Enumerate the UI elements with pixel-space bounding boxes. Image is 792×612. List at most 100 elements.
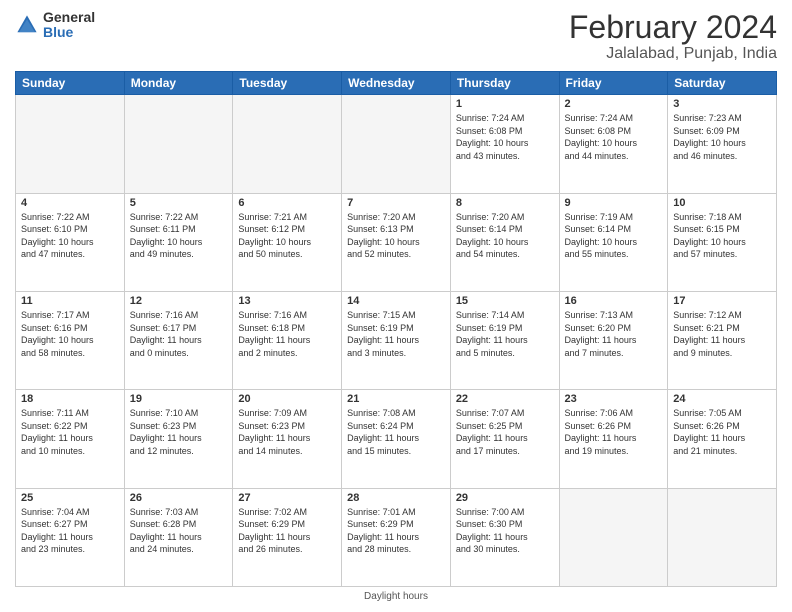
footer-text: Daylight hours xyxy=(364,591,428,602)
day-number: 5 xyxy=(130,197,228,209)
calendar-cell: 18 Sunrise: 7:11 AM Sunset: 6:22 PM Dayli… xyxy=(16,390,125,488)
calendar-cell: 9 Sunrise: 7:19 AM Sunset: 6:14 PM Daylig… xyxy=(559,193,668,291)
day-number: 19 xyxy=(130,393,228,405)
day-info: Sunrise: 7:22 AM Sunset: 6:10 PM Dayligh… xyxy=(21,211,119,261)
main-title: February 2024 xyxy=(569,10,777,45)
day-number: 29 xyxy=(456,492,554,504)
day-info: Sunrise: 7:24 AM Sunset: 6:08 PM Dayligh… xyxy=(565,112,663,162)
day-info: Sunrise: 7:20 AM Sunset: 6:14 PM Dayligh… xyxy=(456,211,554,261)
day-number: 8 xyxy=(456,197,554,209)
calendar-cell: 29 Sunrise: 7:00 AM Sunset: 6:30 PM Dayli… xyxy=(450,488,559,586)
day-info: Sunrise: 7:22 AM Sunset: 6:11 PM Dayligh… xyxy=(130,211,228,261)
day-info: Sunrise: 7:19 AM Sunset: 6:14 PM Dayligh… xyxy=(565,211,663,261)
day-number: 10 xyxy=(673,197,771,209)
calendar-cell: 15 Sunrise: 7:14 AM Sunset: 6:19 PM Dayli… xyxy=(450,291,559,389)
day-info: Sunrise: 7:07 AM Sunset: 6:25 PM Dayligh… xyxy=(456,407,554,457)
logo-blue-text: Blue xyxy=(43,25,95,40)
day-number: 18 xyxy=(21,393,119,405)
day-number: 27 xyxy=(238,492,336,504)
calendar-cell xyxy=(559,488,668,586)
calendar-cell: 17 Sunrise: 7:12 AM Sunset: 6:21 PM Dayli… xyxy=(668,291,777,389)
day-number: 28 xyxy=(347,492,445,504)
day-info: Sunrise: 7:00 AM Sunset: 6:30 PM Dayligh… xyxy=(456,506,554,556)
day-number: 4 xyxy=(21,197,119,209)
calendar-week-row: 18 Sunrise: 7:11 AM Sunset: 6:22 PM Dayli… xyxy=(16,390,777,488)
title-block: February 2024 Jalalabad, Punjab, India xyxy=(569,10,777,63)
day-info: Sunrise: 7:14 AM Sunset: 6:19 PM Dayligh… xyxy=(456,309,554,359)
calendar-cell: 7 Sunrise: 7:20 AM Sunset: 6:13 PM Daylig… xyxy=(342,193,451,291)
day-info: Sunrise: 7:06 AM Sunset: 6:26 PM Dayligh… xyxy=(565,407,663,457)
day-info: Sunrise: 7:23 AM Sunset: 6:09 PM Dayligh… xyxy=(673,112,771,162)
day-number: 24 xyxy=(673,393,771,405)
day-info: Sunrise: 7:03 AM Sunset: 6:28 PM Dayligh… xyxy=(130,506,228,556)
calendar-cell: 28 Sunrise: 7:01 AM Sunset: 6:29 PM Dayli… xyxy=(342,488,451,586)
day-number: 13 xyxy=(238,295,336,307)
calendar-cell: 16Sunrise: 7:13 AM Sunset: 6:20 PM Dayli… xyxy=(559,291,668,389)
calendar-cell: 21Sunrise: 7:08 AM Sunset: 6:24 PM Dayli… xyxy=(342,390,451,488)
day-number: 11 xyxy=(21,295,119,307)
calendar-cell: 26 Sunrise: 7:03 AM Sunset: 6:28 PM Dayli… xyxy=(124,488,233,586)
day-number: 1 xyxy=(456,98,554,110)
day-number: 6 xyxy=(238,197,336,209)
day-info: Sunrise: 7:13 AM Sunset: 6:20 PM Dayligh… xyxy=(565,309,663,359)
page: General Blue February 2024 Jalalabad, Pu… xyxy=(0,0,792,612)
calendar-cell: 12 Sunrise: 7:16 AM Sunset: 6:17 PM Dayli… xyxy=(124,291,233,389)
calendar-cell: 23 Sunrise: 7:06 AM Sunset: 6:26 PM Dayli… xyxy=(559,390,668,488)
calendar-cell: 6Sunrise: 7:21 AM Sunset: 6:12 PM Daylig… xyxy=(233,193,342,291)
day-number: 25 xyxy=(21,492,119,504)
day-info: Sunrise: 7:17 AM Sunset: 6:16 PM Dayligh… xyxy=(21,309,119,359)
calendar-cell: 8 Sunrise: 7:20 AM Sunset: 6:14 PM Daylig… xyxy=(450,193,559,291)
calendar-cell: 27Sunrise: 7:02 AM Sunset: 6:29 PM Dayli… xyxy=(233,488,342,586)
calendar-day-header: Monday xyxy=(124,72,233,95)
day-number: 23 xyxy=(565,393,663,405)
calendar-header-row: SundayMondayTuesdayWednesdayThursdayFrid… xyxy=(16,72,777,95)
day-info: Sunrise: 7:10 AM Sunset: 6:23 PM Dayligh… xyxy=(130,407,228,457)
day-info: Sunrise: 7:11 AM Sunset: 6:22 PM Dayligh… xyxy=(21,407,119,457)
day-info: Sunrise: 7:01 AM Sunset: 6:29 PM Dayligh… xyxy=(347,506,445,556)
day-info: Sunrise: 7:15 AM Sunset: 6:19 PM Dayligh… xyxy=(347,309,445,359)
calendar-cell xyxy=(16,95,125,193)
day-number: 15 xyxy=(456,295,554,307)
day-number: 2 xyxy=(565,98,663,110)
calendar-cell: 1 Sunrise: 7:24 AM Sunset: 6:08 PM Daylig… xyxy=(450,95,559,193)
day-info: Sunrise: 7:12 AM Sunset: 6:21 PM Dayligh… xyxy=(673,309,771,359)
day-info: Sunrise: 7:18 AM Sunset: 6:15 PM Dayligh… xyxy=(673,211,771,261)
calendar-cell: 5 Sunrise: 7:22 AM Sunset: 6:11 PM Daylig… xyxy=(124,193,233,291)
calendar-week-row: 25 Sunrise: 7:04 AM Sunset: 6:27 PM Dayli… xyxy=(16,488,777,586)
day-number: 3 xyxy=(673,98,771,110)
calendar-cell: 22Sunrise: 7:07 AM Sunset: 6:25 PM Dayli… xyxy=(450,390,559,488)
day-number: 12 xyxy=(130,295,228,307)
day-number: 20 xyxy=(238,393,336,405)
calendar-cell: 19 Sunrise: 7:10 AM Sunset: 6:23 PM Dayli… xyxy=(124,390,233,488)
calendar-cell: 2 Sunrise: 7:24 AM Sunset: 6:08 PM Daylig… xyxy=(559,95,668,193)
day-info: Sunrise: 7:24 AM Sunset: 6:08 PM Dayligh… xyxy=(456,112,554,162)
logo-general-text: General xyxy=(43,10,95,25)
calendar-cell xyxy=(342,95,451,193)
day-number: 26 xyxy=(130,492,228,504)
day-info: Sunrise: 7:05 AM Sunset: 6:26 PM Dayligh… xyxy=(673,407,771,457)
day-info: Sunrise: 7:08 AM Sunset: 6:24 PM Dayligh… xyxy=(347,407,445,457)
calendar-day-header: Saturday xyxy=(668,72,777,95)
day-info: Sunrise: 7:04 AM Sunset: 6:27 PM Dayligh… xyxy=(21,506,119,556)
day-info: Sunrise: 7:20 AM Sunset: 6:13 PM Dayligh… xyxy=(347,211,445,261)
calendar-day-header: Friday xyxy=(559,72,668,95)
calendar-day-header: Tuesday xyxy=(233,72,342,95)
header: General Blue February 2024 Jalalabad, Pu… xyxy=(15,10,777,63)
calendar-cell: 11 Sunrise: 7:17 AM Sunset: 6:16 PM Dayli… xyxy=(16,291,125,389)
day-number: 17 xyxy=(673,295,771,307)
calendar-week-row: 1 Sunrise: 7:24 AM Sunset: 6:08 PM Daylig… xyxy=(16,95,777,193)
day-info: Sunrise: 7:16 AM Sunset: 6:17 PM Dayligh… xyxy=(130,309,228,359)
day-number: 9 xyxy=(565,197,663,209)
calendar-cell: 24 Sunrise: 7:05 AM Sunset: 6:26 PM Dayli… xyxy=(668,390,777,488)
calendar-cell: 20Sunrise: 7:09 AM Sunset: 6:23 PM Dayli… xyxy=(233,390,342,488)
calendar-cell xyxy=(233,95,342,193)
logo: General Blue xyxy=(15,10,95,41)
calendar-cell: 14Sunrise: 7:15 AM Sunset: 6:19 PM Dayli… xyxy=(342,291,451,389)
calendar-day-header: Thursday xyxy=(450,72,559,95)
calendar-cell: 3 Sunrise: 7:23 AM Sunset: 6:09 PM Daylig… xyxy=(668,95,777,193)
calendar-cell xyxy=(668,488,777,586)
calendar-cell: 13Sunrise: 7:16 AM Sunset: 6:18 PM Dayli… xyxy=(233,291,342,389)
calendar-cell: 10 Sunrise: 7:18 AM Sunset: 6:15 PM Dayli… xyxy=(668,193,777,291)
calendar-table: SundayMondayTuesdayWednesdayThursdayFrid… xyxy=(15,71,777,587)
day-number: 7 xyxy=(347,197,445,209)
